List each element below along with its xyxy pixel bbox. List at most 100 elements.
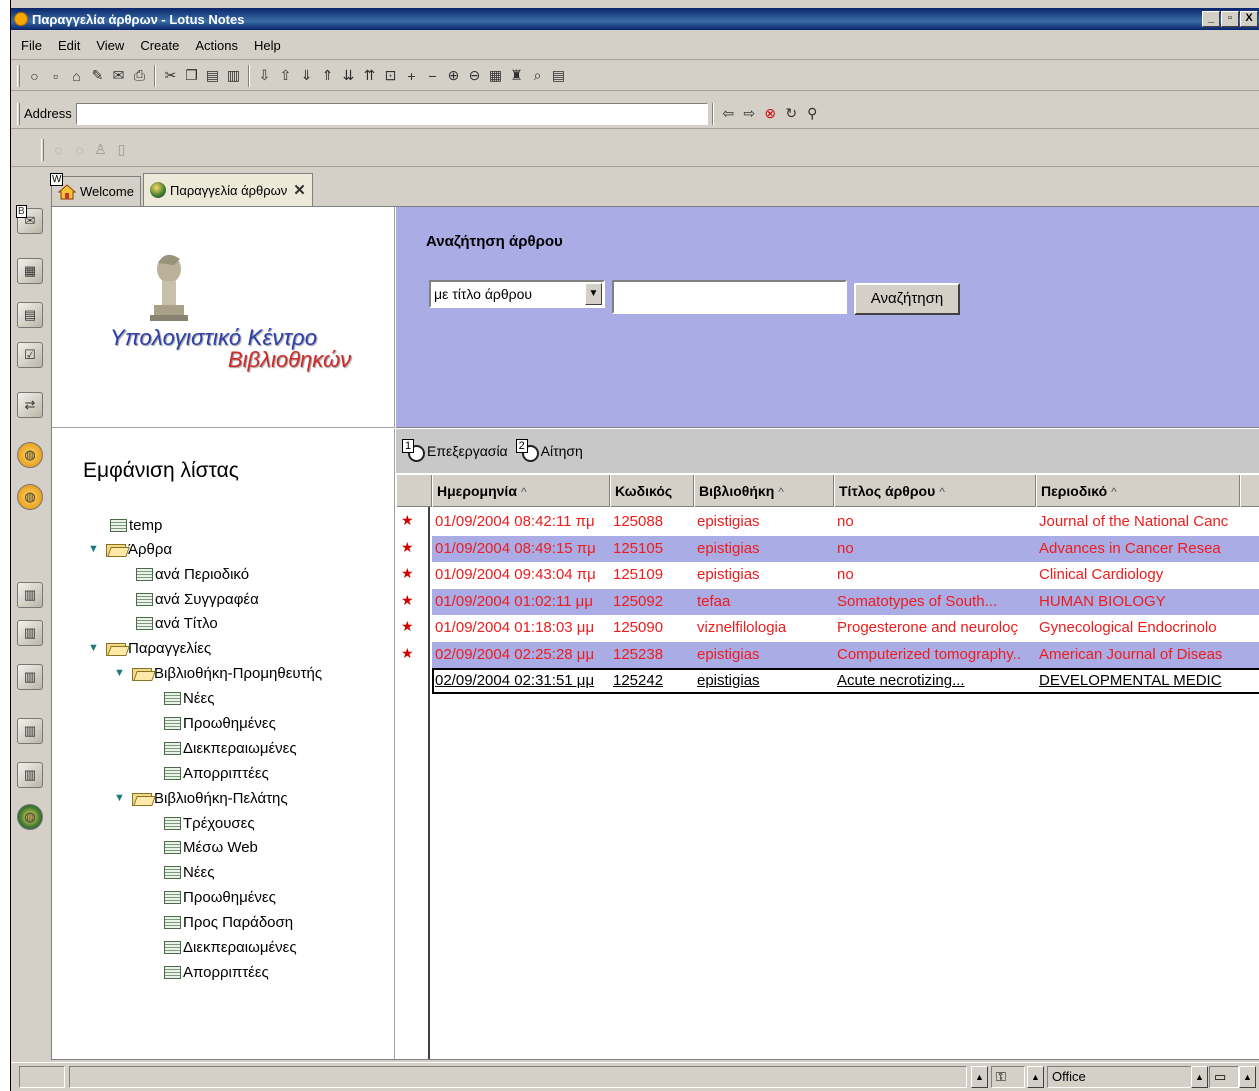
request-action-button[interactable]: 2 Αίτηση <box>515 439 583 463</box>
lotus-notes-app-icon[interactable] <box>14 12 28 26</box>
column-journal[interactable]: Περιοδικό ^ <box>1036 475 1240 507</box>
calendar-icon[interactable]: ▦ <box>17 258 43 284</box>
search-input[interactable] <box>612 280 847 314</box>
location-box[interactable]: Office <box>1047 1066 1195 1088</box>
web-search-icon[interactable]: ⚲ <box>803 104 822 123</box>
address-input[interactable] <box>75 102 708 125</box>
expand-all-icon[interactable]: ⊕ <box>444 66 463 85</box>
status-indicator[interactable] <box>19 1066 65 1088</box>
status-arrow-button[interactable]: ▲ <box>971 1066 988 1088</box>
open-icon[interactable]: ⌂ <box>67 66 86 85</box>
collapse-icon[interactable]: − <box>423 66 442 85</box>
column-article-title[interactable]: Τίτλος άρθρου ^ <box>834 475 1036 507</box>
next-unread-icon[interactable]: ⇊ <box>339 66 358 85</box>
globe-people-icon[interactable]: ◍ <box>17 804 43 830</box>
close-tab-icon[interactable]: ✕ <box>293 181 306 199</box>
copy-icon[interactable]: ❐ <box>182 66 201 85</box>
person-icon[interactable]: ♙ <box>91 140 110 159</box>
next-icon[interactable]: ⇩ <box>255 66 274 85</box>
restore-button[interactable]: ▫ <box>1221 11 1239 27</box>
world-icon-2[interactable]: ◍ <box>17 484 43 510</box>
menu-file[interactable]: File <box>19 36 44 55</box>
search-button[interactable]: Αναζήτηση <box>854 283 960 315</box>
page-icon[interactable]: ▯ <box>112 140 131 159</box>
column-code[interactable]: Κωδικός <box>610 475 694 507</box>
nav-item-by-title[interactable]: ανά Τίτλο <box>136 611 218 635</box>
title-bar[interactable]: Παραγγελία άρθρων - Lotus Notes _ ▫ X <box>11 8 1259 30</box>
next-main-icon[interactable]: ⇓ <box>297 66 316 85</box>
select-dropdown-button[interactable]: ▼ <box>585 283 602 305</box>
close-button[interactable]: X <box>1240 11 1258 27</box>
todo-icon[interactable]: ☑ <box>17 342 43 368</box>
table-row[interactable]: ★ 01/09/2004 08:42:11 πμ 125088 epistigias n… <box>396 509 1259 535</box>
menu-create[interactable]: Create <box>138 36 181 55</box>
nav-item-client-completed[interactable]: Διεκπεραιωμένες <box>164 935 297 959</box>
nav-item-client-current[interactable]: Τρέχουσες <box>164 811 255 835</box>
search-icon[interactable]: ⌕ <box>528 66 547 85</box>
nav-item-client-rejected[interactable]: Απορριπτέες <box>164 960 269 984</box>
nav-folder-library-client[interactable]: ▼ Βιβλιοθήκη-Πελάτης <box>114 786 288 810</box>
menu-actions[interactable]: Actions <box>193 36 240 55</box>
table-row[interactable]: ★ 01/09/2004 08:49:15 πμ 125105 epistigias n… <box>396 535 1259 562</box>
nav-item-by-journal[interactable]: ανά Περιοδικό <box>136 562 249 586</box>
properties-icon[interactable]: ▦ <box>486 66 505 85</box>
table-row[interactable]: ★ 01/09/2004 01:18:03 μμ 125090 viznelfilol… <box>396 615 1259 641</box>
nav-item-temp[interactable]: temp <box>110 513 162 537</box>
expand-icon[interactable]: + <box>402 66 421 85</box>
menu-help[interactable]: Help <box>252 36 283 55</box>
minimize-button[interactable]: _ <box>1202 11 1220 27</box>
tab-welcome[interactable]: W Welcome <box>50 173 141 206</box>
world-icon[interactable]: ◍ <box>17 442 43 468</box>
back-icon[interactable]: ⇦ <box>719 104 738 123</box>
paste-special-icon[interactable]: ▥ <box>224 66 243 85</box>
inbox-arrow-button[interactable]: ▲ <box>1239 1066 1256 1088</box>
nav-item-client-web[interactable]: Μέσω Web <box>164 835 258 859</box>
mail-icon[interactable]: ✉ <box>109 66 128 85</box>
database-icon[interactable]: ▥ <box>17 582 43 608</box>
table-row[interactable]: ★ 01/09/2004 09:43:04 πμ 125109 epistigias n… <box>396 562 1259 588</box>
previous-unread-icon[interactable]: ⇈ <box>360 66 379 85</box>
tab-article-orders[interactable]: Παραγγελία άρθρων ✕ <box>142 173 313 206</box>
previous-main-icon[interactable]: ⇑ <box>318 66 337 85</box>
nav-item-client-new[interactable]: Νέες <box>164 860 214 884</box>
table-row[interactable]: ★ 02/09/2004 02:25:28 μμ 125238 epistigias C… <box>396 641 1259 668</box>
print-icon[interactable]: ⎙ <box>130 66 149 85</box>
column-date[interactable]: Ημερομηνία ^ <box>432 475 610 507</box>
collapse-all-icon[interactable]: ⊖ <box>465 66 484 85</box>
nav-item-supplier-new[interactable]: Νέες <box>164 686 214 710</box>
mail-icon[interactable]: ✉ B <box>16 205 43 234</box>
nav-item-supplier-completed[interactable]: Διεκπεραιωμένες <box>164 736 297 760</box>
database-icon-3[interactable]: ▥ <box>17 664 43 690</box>
chat-group-icon[interactable]: ◌ <box>70 140 89 159</box>
replicator-icon[interactable]: ⇄ <box>17 392 43 418</box>
nav-folder-library-supplier[interactable]: ▼ Βιβλιοθήκη-Προμηθευτής <box>114 661 322 685</box>
column-library[interactable]: Βιβλιοθήκη ^ <box>694 475 834 507</box>
database-icon-5[interactable]: ▥ <box>17 762 43 788</box>
refresh-icon[interactable]: ○ <box>25 66 44 85</box>
table-row[interactable]: 02/09/2004 02:31:51 μμ 125242 epistigias Ac… <box>396 668 1259 694</box>
search-field-select[interactable]: με τίτλο άρθρου ▼ <box>429 280 605 308</box>
save-icon[interactable]: ▫ <box>46 66 65 85</box>
nav-item-client-for-delivery[interactable]: Προς Παράδοση <box>164 910 293 934</box>
menu-edit[interactable]: Edit <box>56 36 82 55</box>
expand-triangle-icon[interactable]: ▼ <box>88 543 100 555</box>
chat-icon[interactable]: ◌ <box>49 140 68 159</box>
edit-icon[interactable]: ✎ <box>88 66 107 85</box>
view-refresh-icon[interactable]: ⊡ <box>381 66 400 85</box>
security-arrow-button[interactable]: ▲ <box>1027 1066 1044 1088</box>
previous-icon[interactable]: ⇧ <box>276 66 295 85</box>
nav-item-by-author[interactable]: ανά Συγγραφέα <box>136 587 259 611</box>
address-book-icon[interactable]: ▤ <box>17 302 43 328</box>
forward-icon[interactable]: ⇨ <box>740 104 759 123</box>
cut-icon[interactable]: ✂ <box>161 66 180 85</box>
nav-folder-orders[interactable]: ▼ Παραγγελίες <box>88 636 211 660</box>
nav-item-supplier-forwarded[interactable]: Προωθημένες <box>164 711 276 735</box>
expand-triangle-icon[interactable]: ▼ <box>114 667 126 679</box>
database-icon-4[interactable]: ▥ <box>17 718 43 744</box>
find-icon[interactable]: ♜ <box>507 66 526 85</box>
document-icon[interactable]: ▤ <box>549 66 568 85</box>
expand-triangle-icon[interactable]: ▼ <box>114 792 126 804</box>
database-icon-2[interactable]: ▥ <box>17 620 43 646</box>
inbox-icon[interactable]: ▭ <box>1209 1066 1239 1088</box>
nav-item-client-forwarded[interactable]: Προωθημένες <box>164 885 276 909</box>
